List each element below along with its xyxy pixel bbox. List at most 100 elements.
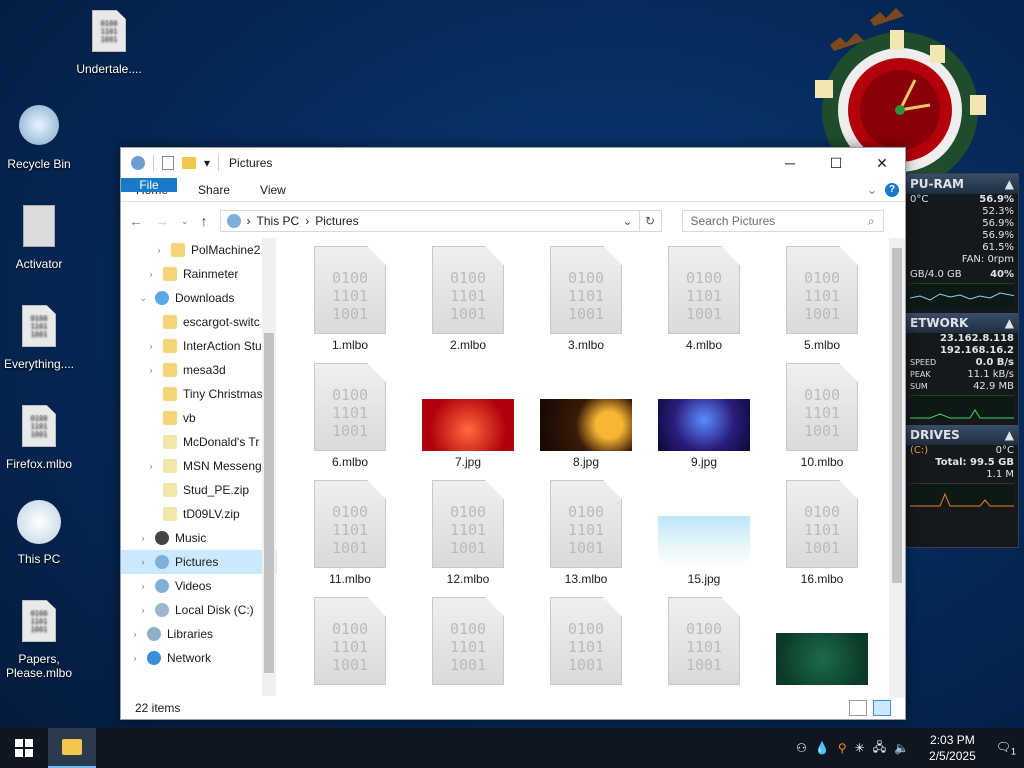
file-item[interactable]: 0100 1101 1001 5.mlbo [767, 246, 877, 352]
nav-item-network[interactable]: › Network [121, 646, 277, 670]
nav-item-local-disk-c[interactable]: › Local Disk (C:) [121, 598, 277, 622]
file-item[interactable] [767, 597, 877, 689]
file-item[interactable]: 0100 1101 1001 [295, 597, 405, 689]
file-item[interactable]: 0100 1101 1001 16.mlbo [767, 480, 877, 586]
file-item[interactable]: 9.jpg [649, 363, 759, 469]
cpu-total: 56.9% [979, 194, 1014, 205]
minimize-button[interactable]: ─ [767, 148, 813, 178]
droplet-icon[interactable]: 💧 [815, 741, 830, 755]
volume-icon[interactable]: 🔈 [894, 741, 909, 755]
nav-item-msn-messeng[interactable]: › MSN Messeng [121, 454, 277, 478]
expand-chevron-icon[interactable]: › [145, 461, 157, 471]
tab-share[interactable]: Share [183, 178, 245, 201]
desktop-icon[interactable]: 0100 1101 1001 Undertale.... [64, 10, 154, 76]
file-item[interactable]: 15.jpg [649, 480, 759, 586]
expand-chevron-icon[interactable]: › [137, 605, 149, 615]
details-view-button[interactable] [849, 700, 867, 716]
expand-chevron-icon[interactable]: › [145, 269, 157, 279]
desktop-icon[interactable]: Activator [0, 205, 84, 271]
back-arrow-icon[interactable]: ← [129, 213, 143, 229]
app-icon[interactable] [131, 156, 145, 170]
notification-center-icon[interactable]: 🗨1 [996, 740, 1016, 756]
expand-chevron-icon[interactable]: › [145, 341, 157, 351]
large-icons-view-button[interactable] [873, 700, 891, 716]
network-graph [910, 395, 1014, 419]
drive-total: Total: 99.5 GB [935, 457, 1014, 468]
file-item[interactable]: 7.jpg [413, 363, 523, 469]
expand-chevron-icon[interactable]: › [129, 653, 141, 663]
title-bar[interactable]: ▾ Pictures ─ ☐ ✕ [121, 148, 905, 178]
properties-icon[interactable] [162, 156, 174, 170]
nav-item-downloads[interactable]: ⌄ Downloads [121, 286, 277, 310]
nav-scrollbar[interactable] [262, 238, 276, 696]
nav-item-td09lv-zip[interactable]: tD09LV.zip [121, 502, 277, 526]
file-item[interactable]: 8.jpg [531, 363, 641, 469]
breadcrumb-this-pc[interactable]: This PC [257, 214, 300, 228]
nav-item-interaction-stu[interactable]: › InterAction Stu [121, 334, 277, 358]
expand-ribbon-icon[interactable]: ⌄ [867, 183, 877, 197]
desktop-icon[interactable]: 0100 1101 1001 Papers, Please.mlbo [0, 600, 84, 680]
address-dropdown-icon[interactable]: ⌄ [622, 214, 632, 228]
nav-item-libraries[interactable]: › Libraries [121, 622, 277, 646]
file-item[interactable]: 0100 1101 1001 6.mlbo [295, 363, 405, 469]
expand-chevron-icon[interactable]: › [137, 557, 149, 567]
up-arrow-icon[interactable]: ↑ [201, 213, 208, 229]
file-item[interactable]: 0100 1101 1001 12.mlbo [413, 480, 523, 586]
nav-item-mesa3d[interactable]: › mesa3d [121, 358, 277, 382]
file-item[interactable]: 0100 1101 1001 [649, 597, 759, 689]
nav-item-mcdonald-s-tr[interactable]: McDonald's Tr [121, 430, 277, 454]
start-button[interactable] [0, 728, 48, 768]
taskbar-clock[interactable]: 2:03 PM 2/5/2025 [929, 732, 976, 764]
refresh-icon[interactable]: ↻ [639, 210, 662, 232]
nav-item-polmachine2[interactable]: › PolMachine2 [121, 238, 277, 262]
file-item[interactable]: 0100 1101 1001 4.mlbo [649, 246, 759, 352]
expand-chevron-icon[interactable]: › [137, 533, 149, 543]
content-scrollbar[interactable] [889, 238, 905, 698]
core-3: 56.9% [982, 230, 1014, 241]
expand-chevron-icon[interactable]: ⌄ [137, 293, 149, 304]
file-name: 12.mlbo [446, 572, 490, 586]
new-folder-icon[interactable] [182, 157, 196, 169]
close-button[interactable]: ✕ [859, 148, 905, 178]
file-item[interactable]: 0100 1101 1001 [413, 597, 523, 689]
desktop-icon[interactable]: 0100 1101 1001 Everything.... [0, 305, 84, 371]
file-item[interactable]: 0100 1101 1001 10.mlbo [767, 363, 877, 469]
nav-item-stud-pe-zip[interactable]: Stud_PE.zip [121, 478, 277, 502]
nav-item-music[interactable]: › Music [121, 526, 277, 550]
search-tray-icon[interactable]: ⚲ [838, 741, 847, 755]
expand-chevron-icon[interactable]: › [137, 581, 149, 591]
nav-item-pictures[interactable]: › Pictures [121, 550, 277, 574]
file-item[interactable]: 0100 1101 1001 13.mlbo [531, 480, 641, 586]
search-input[interactable]: Search Pictures [691, 214, 776, 228]
nav-item-escargot-switc[interactable]: escargot-switc [121, 310, 277, 334]
search-box[interactable]: Search Pictures ⌕ [681, 210, 884, 232]
recent-dropdown-icon[interactable]: ⌄ [181, 216, 189, 227]
file-item[interactable]: 0100 1101 1001 11.mlbo [295, 480, 405, 586]
expand-chevron-icon[interactable]: › [129, 629, 141, 639]
expand-chevron-icon[interactable]: › [145, 365, 157, 375]
quick-access-dropdown-icon[interactable]: ▾ [204, 156, 210, 170]
tab-view[interactable]: View [245, 178, 301, 201]
snowflake-icon[interactable]: ✳ [855, 741, 865, 755]
breadcrumb-pictures[interactable]: Pictures [315, 214, 358, 228]
desktop-icon[interactable]: Recycle Bin [0, 105, 84, 171]
file-item[interactable]: 0100 1101 1001 1.mlbo [295, 246, 405, 352]
address-bar[interactable]: › This PC › Pictures ⌄ [219, 210, 640, 232]
nav-item-videos[interactable]: › Videos [121, 574, 277, 598]
nav-item-rainmeter[interactable]: › Rainmeter [121, 262, 277, 286]
help-icon[interactable]: ? [885, 182, 899, 197]
nav-item-vb[interactable]: vb [121, 406, 277, 430]
desktop-icon[interactable]: 0100 1101 1001 Firefox.mlbo [0, 405, 84, 471]
expand-chevron-icon[interactable]: › [153, 245, 165, 255]
file-item[interactable]: 0100 1101 1001 2.mlbo [413, 246, 523, 352]
maximize-button[interactable]: ☐ [813, 148, 859, 178]
nav-item-tiny-christmas[interactable]: Tiny Christmas [121, 382, 277, 406]
taskbar-file-explorer[interactable] [48, 728, 96, 768]
tab-file[interactable]: File [121, 178, 177, 192]
file-item[interactable]: 0100 1101 1001 [531, 597, 641, 689]
forward-arrow-icon[interactable]: → [155, 213, 169, 229]
desktop-icon[interactable]: This PC [0, 500, 84, 566]
people-icon[interactable]: ⚇ [796, 741, 807, 755]
file-item[interactable]: 0100 1101 1001 3.mlbo [531, 246, 641, 352]
network-tray-icon[interactable]: 🖧 [873, 738, 886, 759]
